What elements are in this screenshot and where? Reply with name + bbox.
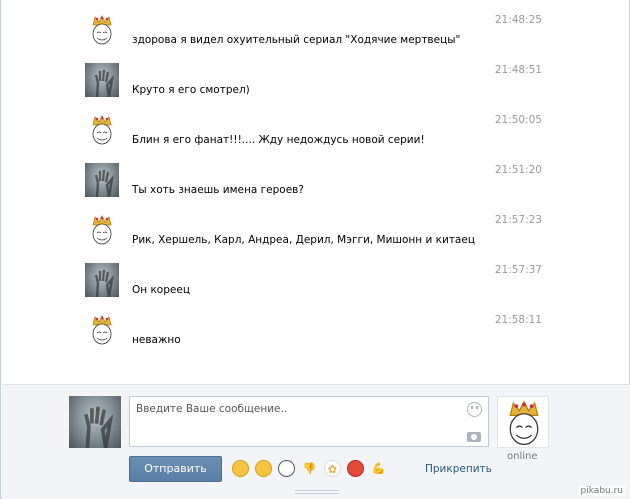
message-text: Он кореец xyxy=(132,284,190,296)
troll-avatar[interactable] xyxy=(85,13,119,47)
message-text: Рик, Хершель, Карл, Андреа, Дерил, Мэгги… xyxy=(132,234,475,246)
message-time: 21:57:37 xyxy=(494,264,542,276)
message-text: неважно xyxy=(132,334,181,346)
smile-icon[interactable] xyxy=(467,402,482,417)
message-composer: Введите Ваше сообщение.. Отправить 👎 ✿ 💪… xyxy=(2,384,630,499)
hand-avatar[interactable] xyxy=(85,63,119,97)
message-item: Ты хоть знаешь имена героев? 21:51:20 xyxy=(85,163,555,203)
message-text: здорова я видел охуительный сериал "Ходя… xyxy=(132,34,461,46)
message-time: 21:51:20 xyxy=(494,164,542,176)
message-item: неважно 21:58:11 xyxy=(85,313,555,353)
flower-emoji-icon[interactable]: ✿ xyxy=(324,460,341,477)
message-text: Блин я его фанат!!!.... Жду недождусь но… xyxy=(132,134,425,146)
message-text: Круто я его смотрел) xyxy=(132,84,250,96)
message-item: Круто я его смотрел) 21:48:51 xyxy=(85,63,555,103)
message-time: 21:48:51 xyxy=(494,64,542,76)
message-input[interactable]: Введите Ваше сообщение.. xyxy=(129,396,489,447)
dialog-window: здорова я видел охуительный сериал "Ходя… xyxy=(0,0,630,499)
message-input-placeholder: Введите Ваше сообщение.. xyxy=(136,403,288,415)
message-time: 21:58:11 xyxy=(494,314,542,326)
hand-avatar[interactable] xyxy=(85,263,119,297)
troll-avatar[interactable] xyxy=(85,313,119,347)
thumbs-down-emoji-icon[interactable]: 👎 xyxy=(301,460,318,477)
message-time: 21:48:25 xyxy=(494,14,542,26)
camera-icon[interactable] xyxy=(467,432,481,442)
partner-avatar[interactable] xyxy=(497,396,549,448)
message-text: Ты хоть знаешь имена героев? xyxy=(132,184,304,196)
message-item: Он кореец 21:57:37 xyxy=(85,263,555,303)
message-time: 21:57:23 xyxy=(494,214,542,226)
angry-emoji-icon[interactable] xyxy=(347,460,364,477)
send-button[interactable]: Отправить xyxy=(129,456,222,482)
resize-grip[interactable] xyxy=(295,490,339,494)
attach-link[interactable]: Прикрепить xyxy=(425,463,492,475)
emoji-bar: 👎 ✿ 💪 xyxy=(232,460,387,478)
muscle-arm-emoji-icon[interactable]: 💪 xyxy=(370,460,387,477)
troll-avatar[interactable] xyxy=(85,213,119,247)
message-item: Блин я его фанат!!!.... Жду недождусь но… xyxy=(85,113,555,153)
message-item: здорова я видел охуительный сериал "Ходя… xyxy=(85,13,555,53)
grin-emoji-icon[interactable] xyxy=(232,460,249,477)
panda-emoji-icon[interactable] xyxy=(278,460,295,477)
online-status: online xyxy=(507,451,538,462)
my-avatar[interactable] xyxy=(69,396,121,448)
watermark: pikabu.ru xyxy=(578,486,625,496)
squint-emoji-icon[interactable] xyxy=(255,460,272,477)
message-time: 21:50:05 xyxy=(494,114,542,126)
troll-avatar[interactable] xyxy=(85,113,119,147)
hand-avatar[interactable] xyxy=(85,163,119,197)
message-item: Рик, Хершель, Карл, Андреа, Дерил, Мэгги… xyxy=(85,213,555,253)
